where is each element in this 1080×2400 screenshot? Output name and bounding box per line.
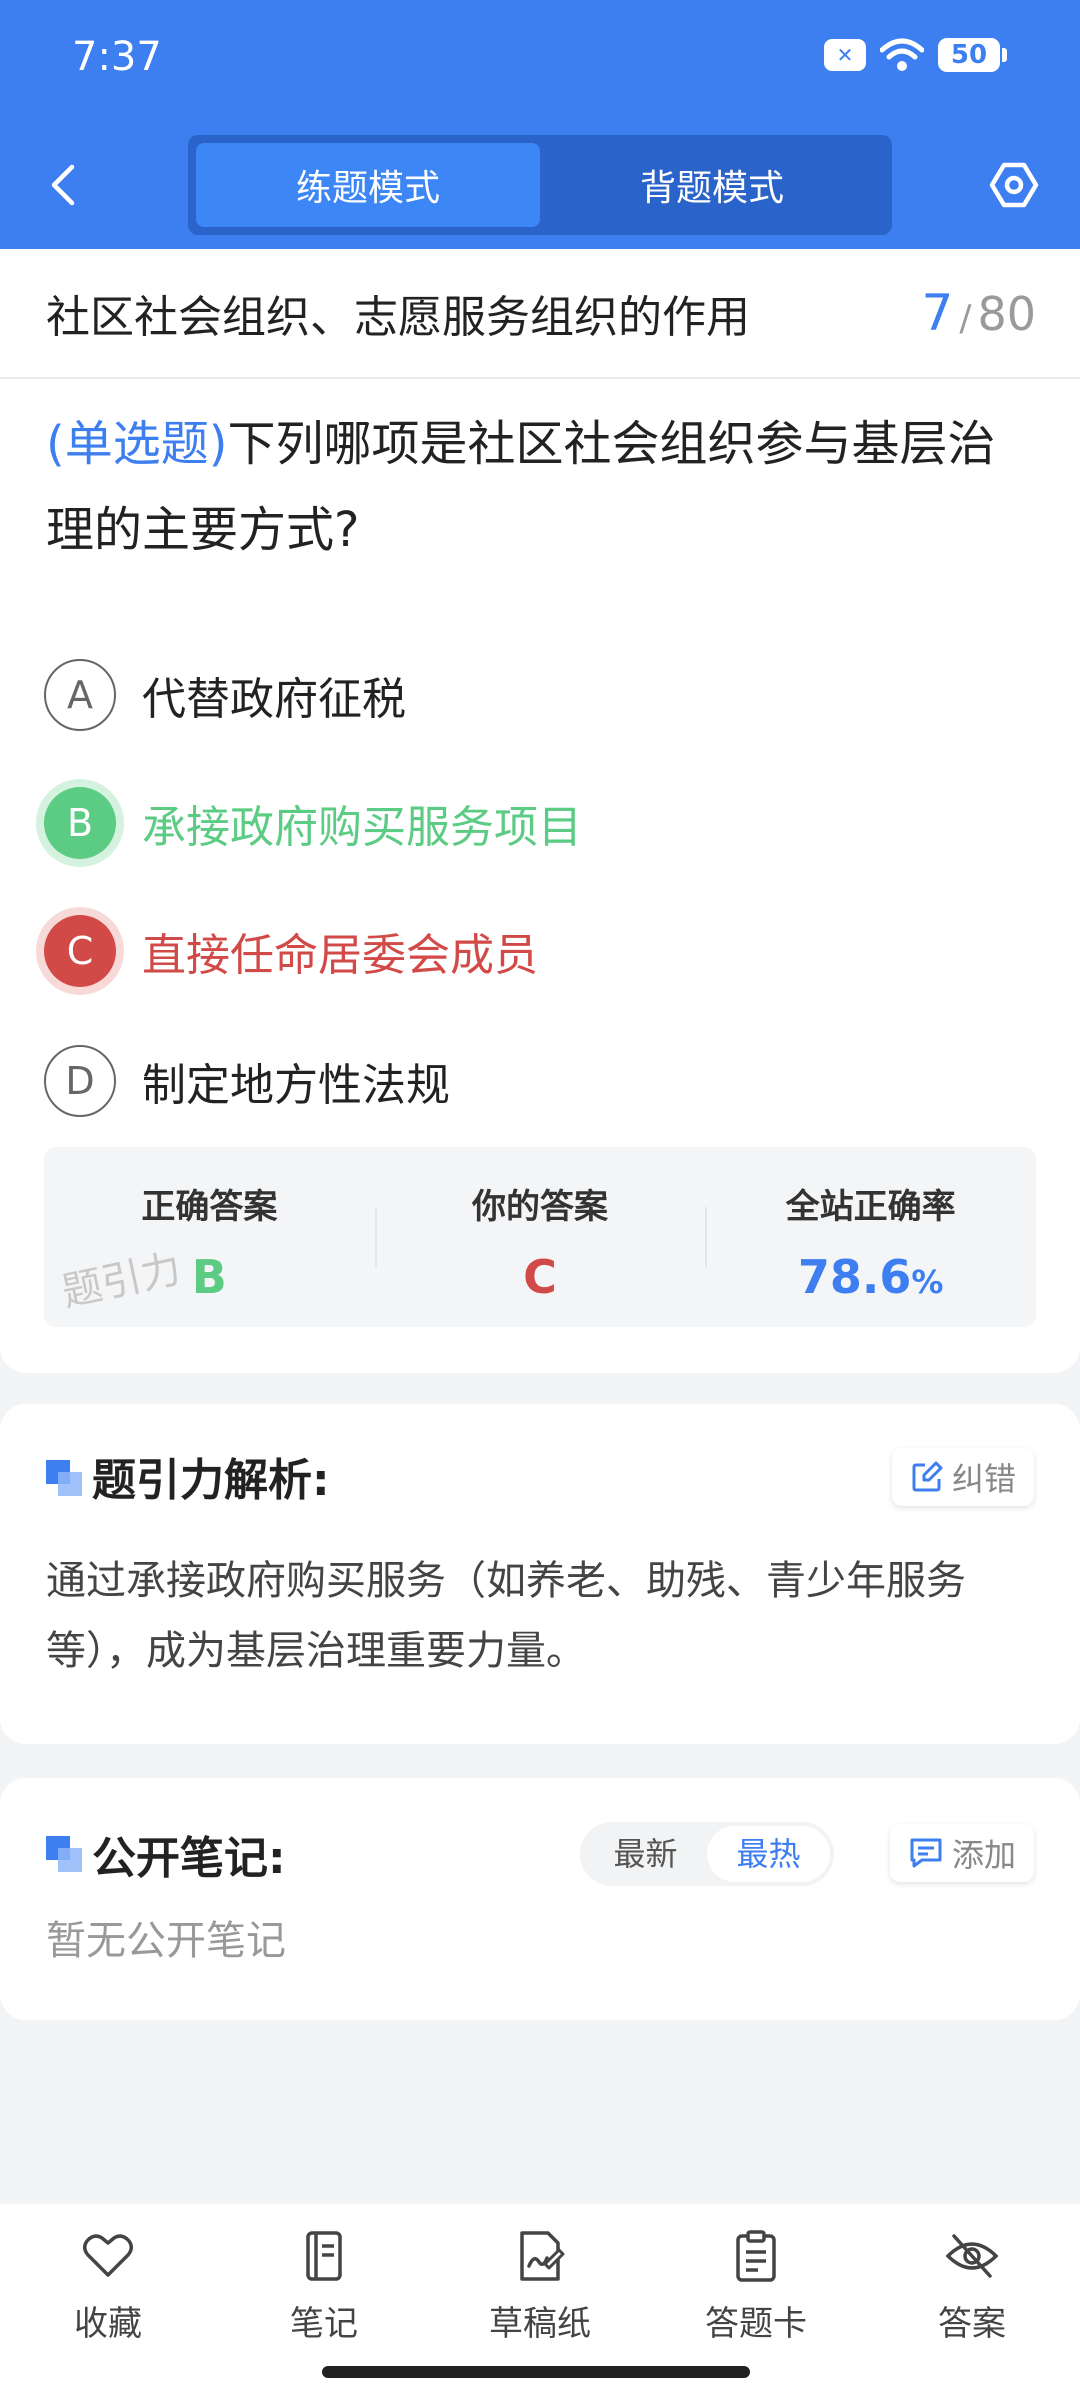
heart-icon — [83, 2234, 133, 2277]
wifi-icon — [880, 38, 924, 72]
sort-hottest[interactable]: 最热 — [707, 1826, 830, 1882]
chevron-left-icon — [51, 164, 75, 206]
option-text: 承接政府购买服务项目 — [142, 802, 582, 853]
option-b[interactable]: B 承接政府购买服务项目 — [44, 785, 582, 861]
section-squares-icon — [46, 1460, 82, 1496]
chapter-title: 社区社会组织、志愿服务组织的作用 — [46, 292, 750, 343]
sort-newest[interactable]: 最新 — [584, 1826, 707, 1882]
question-type: (单选题) — [46, 416, 228, 472]
option-text: 直接任命居委会成员 — [142, 930, 538, 981]
notes-title: 公开笔记: — [92, 1833, 286, 1884]
back-button[interactable] — [38, 155, 88, 215]
option-letter: D — [44, 1045, 116, 1117]
tab-practice-mode[interactable]: 练题模式 — [196, 143, 540, 227]
question-text: (单选题)下列哪项是社区社会组织参与基层治理的主要方式? — [46, 401, 1040, 573]
option-letter: B — [44, 787, 116, 859]
progress-separator: / — [959, 298, 972, 339]
no-sim-icon — [824, 39, 866, 71]
nav-label: 收藏 — [74, 2304, 142, 2344]
draft-paper-icon — [520, 2231, 565, 2281]
option-letter: A — [44, 659, 116, 731]
correct-answer-value: B — [191, 1250, 227, 1304]
question-progress[interactable]: 7/80 — [922, 284, 1037, 342]
nav-answer[interactable]: 答案 — [864, 2204, 1080, 2400]
notes-sort-toggle: 最新 最热 — [580, 1822, 834, 1886]
add-note-label: 添加 — [951, 1836, 1016, 1874]
accuracy-label: 全站正确率 — [785, 1187, 956, 1227]
add-note-button[interactable]: 添加 — [889, 1824, 1034, 1882]
notes-card: 公开笔记: 最新 最热 添加 暂无公开笔记 — [0, 1778, 1080, 2020]
nav-label: 答题卡 — [705, 2304, 807, 2344]
nav-favorite[interactable]: 收藏 — [0, 2204, 216, 2400]
report-error-label: 纠错 — [951, 1460, 1016, 1498]
answer-card-icon — [736, 2230, 776, 2282]
comment-icon — [910, 1838, 942, 1868]
home-indicator[interactable] — [322, 2366, 750, 2378]
tab-memorize-mode[interactable]: 背题模式 — [540, 143, 884, 227]
status-time: 7:37 — [72, 34, 162, 80]
your-answer-value: C — [523, 1250, 557, 1304]
analysis-title: 题引力解析: — [92, 1455, 330, 1506]
your-answer-col: 你的答案 C — [374, 1147, 706, 1327]
top-bar: 7:37 50 练题模式 背题模式 — [0, 0, 1080, 249]
option-text: 制定地方性法规 — [142, 1060, 450, 1111]
current-question-number: 7 — [921, 284, 954, 342]
accuracy-value: 78.6% — [798, 1250, 944, 1304]
edit-icon — [912, 1461, 943, 1492]
option-a[interactable]: A 代替政府征税 — [44, 657, 406, 733]
eye-off-icon — [945, 2234, 999, 2278]
option-d[interactable]: D 制定地方性法规 — [44, 1043, 450, 1119]
question-card: 社区社会组织、志愿服务组织的作用 7/80 (单选题)下列哪项是社区社会组织参与… — [0, 249, 1080, 1373]
total-questions: 80 — [977, 287, 1036, 341]
settings-hexagon-icon — [989, 162, 1039, 208]
nav-label: 草稿纸 — [489, 2304, 591, 2344]
section-squares-icon — [46, 1836, 82, 1872]
chapter-row: 社区社会组织、志愿服务组织的作用 7/80 — [0, 249, 1080, 379]
correct-answer-label: 正确答案 — [141, 1187, 278, 1227]
option-text: 代替政府征税 — [142, 674, 406, 725]
settings-button[interactable] — [984, 155, 1044, 215]
notes-empty-text: 暂无公开笔记 — [46, 1918, 286, 1964]
option-letter: C — [44, 915, 116, 987]
accuracy-number: 78.6 — [797, 1250, 912, 1304]
analysis-card: 题引力解析: 纠错 通过承接政府购买服务（如养老、助残、青少年服务等），成为基层… — [0, 1404, 1080, 1744]
your-answer-label: 你的答案 — [472, 1187, 608, 1227]
accuracy-unit: % — [911, 1263, 944, 1301]
mode-switch: 练题模式 背题模式 — [188, 135, 892, 235]
report-error-button[interactable]: 纠错 — [891, 1448, 1034, 1506]
option-c[interactable]: C 直接任命居委会成员 — [44, 913, 538, 989]
nav-label: 笔记 — [290, 2304, 358, 2344]
battery-icon: 50 — [938, 38, 1007, 72]
status-icons: 50 — [824, 38, 1007, 72]
answer-summary: 正确答案 B 你的答案 C 全站正确率 78.6% — [44, 1147, 1036, 1327]
accuracy-col: 全站正确率 78.6% — [705, 1147, 1036, 1327]
analysis-text: 通过承接政府购买服务（如养老、助残、青少年服务等），成为基层治理重要力量。 — [46, 1558, 966, 1674]
notebook-icon — [306, 2231, 342, 2281]
nav-label: 答案 — [938, 2304, 1006, 2344]
